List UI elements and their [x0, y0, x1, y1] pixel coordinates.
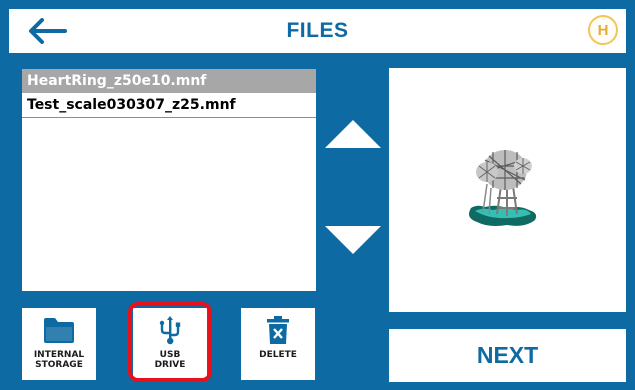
list-divider	[22, 117, 316, 118]
logo-icon[interactable]: H	[588, 15, 618, 45]
internal-storage-label: INTERNAL STORAGE	[33, 350, 85, 370]
page-title: FILES	[286, 19, 349, 42]
3d-model-preview-icon	[469, 150, 537, 226]
usb-drive-label: USB DRIVE	[154, 350, 186, 370]
file-list[interactable]: HeartRing_z50e10.mnf Test_scale030307_z2…	[22, 69, 316, 291]
internal-storage-button[interactable]: INTERNAL STORAGE	[22, 308, 96, 380]
file-list-item[interactable]: Test_scale030307_z25.mnf	[22, 93, 316, 117]
scroll-up-button[interactable]	[325, 120, 381, 148]
trash-icon	[266, 314, 290, 346]
usb-icon	[159, 314, 181, 346]
usb-drive-button[interactable]: USB DRIVE	[133, 308, 207, 380]
file-list-item[interactable]: HeartRing_z50e10.mnf	[22, 69, 316, 93]
next-button[interactable]: NEXT	[389, 329, 626, 382]
folder-icon	[42, 314, 76, 346]
header-bar: FILES H	[9, 9, 626, 53]
model-preview-panel	[389, 68, 626, 312]
delete-label: DELETE	[259, 350, 297, 360]
delete-button[interactable]: DELETE	[241, 308, 315, 380]
scroll-down-button[interactable]	[325, 226, 381, 254]
